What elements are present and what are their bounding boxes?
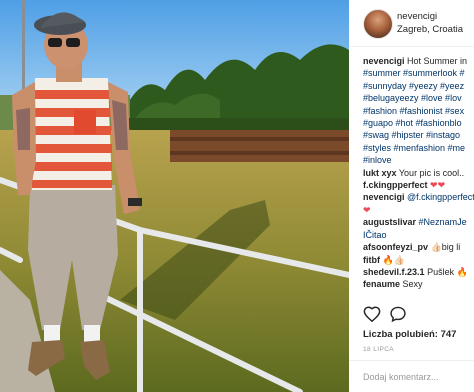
heart-icon[interactable] (363, 306, 381, 323)
comment-username[interactable]: f.ckingpperfect (363, 180, 428, 190)
comment: afsoonfeyzi_pv 👍🏻big li (363, 241, 474, 253)
caption-text: Hot Summer in (407, 56, 468, 66)
comment-text: Pušlek 🔥 (427, 266, 468, 277)
add-comment-placeholder: Dodaj komentarz... (363, 372, 439, 382)
caption-username[interactable]: nevencigi (363, 56, 405, 66)
comment: fenaume Sexy (363, 278, 474, 290)
photo-illustration (0, 0, 349, 392)
comment: shedevil.f.23.1 Pušlek 🔥 (363, 266, 474, 278)
comments-list: nevencigi Hot Summer in #summer #summerl… (363, 55, 474, 300)
comment-text: ❤ (363, 204, 371, 215)
caption-hashtags[interactable]: #swag #hipster #instago (363, 129, 474, 141)
comment: fitbf 🔥👍🏻 (363, 254, 474, 266)
comment-username[interactable]: augustslivar (363, 217, 416, 227)
comment-mention[interactable]: @f.ckingpperfect (407, 192, 474, 202)
comment: lukt xyx Your pic is cool.. (363, 167, 474, 179)
header-location[interactable]: Zagreb, Croatia (397, 24, 463, 35)
post-header: nevencigi Zagreb, Croatia (349, 0, 474, 47)
post-photo[interactable] (0, 0, 349, 392)
comment-username[interactable]: nevencigi (363, 192, 405, 202)
comment-icon[interactable] (389, 306, 407, 323)
likes-count[interactable]: Liczba polubień: 747 (363, 329, 456, 340)
comment-text: Sexy (402, 279, 423, 290)
comment-username[interactable]: fitbf (363, 255, 380, 265)
caption-hashtags[interactable]: #summer #summerlook # (363, 67, 474, 79)
caption-hashtags[interactable]: #styles #menfashion #me (363, 142, 474, 154)
caption-first-line: nevencigi Hot Summer in (363, 55, 474, 67)
comment: nevencigi @f.ckingpperfect (363, 191, 474, 203)
comment-hashtag[interactable]: #NeznamJe (419, 217, 467, 227)
comment-text: 🔥👍🏻 (382, 254, 405, 265)
caption-hashtags[interactable]: #sunnyday #yeezy #yeez (363, 80, 474, 92)
caption-hashtags[interactable]: #fashion #fashionist #sex (363, 105, 474, 117)
avatar[interactable] (363, 9, 393, 39)
caption-hashtags[interactable]: #inlove (363, 154, 474, 166)
comment-username[interactable]: fenaume (363, 279, 400, 289)
comment-text: ❤❤ (430, 180, 446, 191)
header-username[interactable]: nevencigi (397, 11, 437, 22)
post-sidebar: nevencigi Zagreb, Croatia nevencigi Hot … (349, 0, 474, 392)
likes-number: 747 (440, 329, 457, 340)
comment-text: Your pic is cool.. (398, 167, 465, 178)
comment-username[interactable]: lukt xyx (363, 168, 397, 178)
post-actions (363, 306, 474, 323)
comment-username[interactable]: shedevil.f.23.1 (363, 267, 425, 277)
comment-text: IČitao (363, 229, 387, 240)
add-comment-field[interactable]: Dodaj komentarz... (349, 360, 474, 392)
likes-label: Liczba polubień: (363, 329, 438, 340)
comment-text: 👍🏻big li (430, 242, 461, 253)
comment: f.ckingpperfect ❤❤ (363, 179, 474, 191)
instagram-post: nevencigi Zagreb, Croatia nevencigi Hot … (0, 0, 474, 392)
comment: augustslivar #NeznamJe (363, 216, 474, 228)
caption-hashtags[interactable]: #guapo #hot #fashionblo (363, 117, 474, 129)
comment-username[interactable]: afsoonfeyzi_pv (363, 242, 428, 252)
post-date: 18 LIPCA (363, 346, 395, 353)
caption-hashtags[interactable]: #belugayeezy #love #lov (363, 92, 474, 104)
